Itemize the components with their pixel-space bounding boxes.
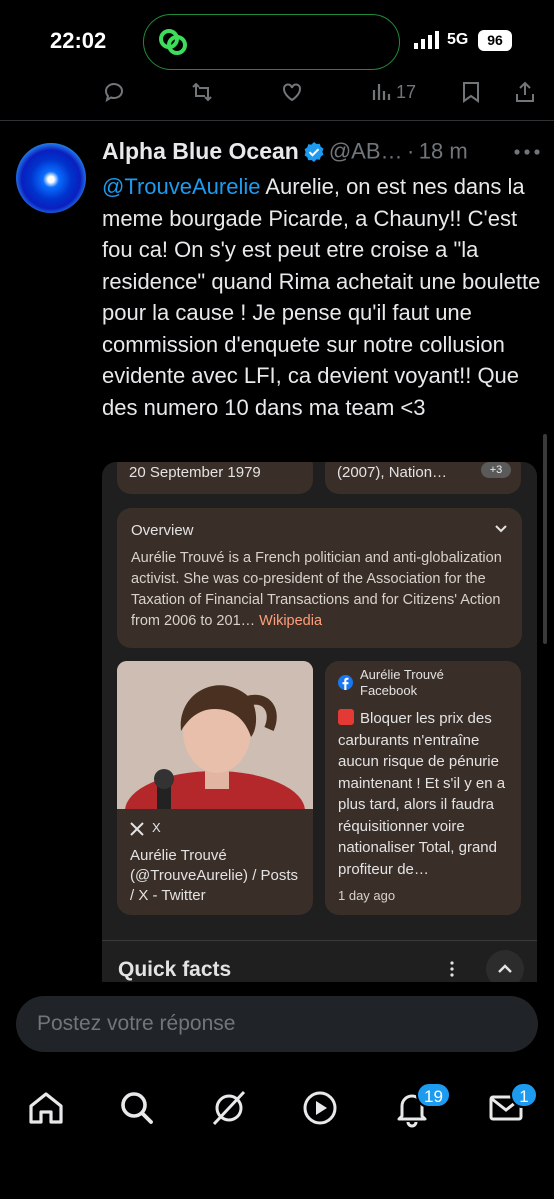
link-app-icon	[159, 29, 187, 55]
reply-placeholder: Postez votre réponse	[37, 1012, 236, 1035]
home-icon[interactable]	[26, 1088, 66, 1128]
views-icon[interactable]	[370, 80, 394, 104]
battery-indicator: 96	[478, 30, 512, 51]
person-photo	[117, 661, 313, 809]
verified-icon	[304, 141, 324, 162]
facebook-post[interactable]: Bloquer les prix des carburants n'entraî…	[338, 708, 513, 880]
facebook-source: Aurélie Trouvé Facebook	[360, 667, 444, 699]
scrollbar[interactable]	[543, 434, 547, 644]
network-type: 5G	[447, 31, 469, 48]
author-handle[interactable]: @AB…	[329, 139, 403, 164]
share-icon[interactable]	[513, 80, 537, 104]
facebook-time: 1 day ago	[338, 888, 396, 903]
collapse-button	[486, 950, 524, 982]
tweet-media-image[interactable]: 20 September 1979 (2007), Nation… +3 Ove…	[102, 462, 537, 982]
more-icon[interactable]	[512, 142, 542, 162]
notifications-badge: 19	[416, 1082, 451, 1108]
mention-link[interactable]: @TrouveAurelie	[102, 174, 260, 199]
video-icon[interactable]	[300, 1088, 340, 1128]
birth-card: 20 September 1979	[117, 462, 313, 494]
wikipedia-link[interactable]: Wikipedia	[259, 613, 322, 629]
facebook-post-text: Bloquer les prix des carburants n'entraî…	[338, 710, 506, 878]
chevron-up-icon	[498, 964, 512, 973]
signal-icon	[414, 31, 439, 49]
x-source: X	[130, 820, 161, 836]
views-count: 17	[396, 82, 417, 102]
overview-title: Overview	[131, 522, 194, 539]
reply-icon[interactable]	[102, 80, 126, 104]
x-source-label: X	[152, 820, 161, 835]
messages-badge: 1	[510, 1082, 538, 1108]
quick-facts-heading: Quick facts	[118, 958, 232, 981]
works-text: (2007), Nation…	[337, 464, 448, 481]
overview-body: Aurélie Trouvé is a French politician an…	[131, 548, 516, 632]
x-logo-icon	[130, 821, 144, 836]
status-time: 22:02	[50, 28, 107, 53]
tweet-time: 18 m	[418, 138, 468, 164]
overview-card: Overview Aurélie Trouvé is a French poli…	[117, 508, 522, 648]
retweet-icon[interactable]	[190, 80, 214, 104]
tweet-text: @TrouveAurelie Aurelie, on est nes dans …	[102, 171, 542, 423]
tweet-divider	[0, 120, 554, 121]
tweet-header: Alpha Blue Ocean @AB… · 18 m	[102, 138, 542, 168]
x-result-title[interactable]: Aurélie Trouvé (@TrouveAurelie) / Posts …	[130, 846, 300, 906]
bookmark-icon[interactable]	[459, 80, 483, 104]
siren-icon	[338, 709, 354, 725]
facebook-label: Facebook	[360, 683, 418, 698]
bottom-navigation: 19 1	[0, 1072, 554, 1199]
works-card: (2007), Nation… +3	[325, 462, 521, 494]
more-count-badge: +3	[481, 462, 511, 478]
search-icon[interactable]	[117, 1088, 157, 1128]
separator: ·	[406, 138, 415, 164]
previous-tweet-actions: 17	[0, 76, 554, 108]
status-bar: 22:02 5G 96	[0, 0, 554, 82]
facebook-icon	[338, 675, 353, 690]
author-name[interactable]: Alpha Blue Ocean	[102, 138, 299, 164]
facebook-author: Aurélie Trouvé	[360, 667, 444, 682]
avatar[interactable]	[16, 143, 86, 213]
dynamic-island[interactable]	[143, 14, 400, 70]
tweet-body: Aurelie, on est nes dans la meme bourgad…	[102, 174, 541, 420]
more-vertical-icon	[450, 961, 454, 977]
reply-input[interactable]: Postez votre réponse	[16, 996, 538, 1052]
chevron-down-icon	[495, 525, 507, 533]
like-icon[interactable]	[280, 80, 304, 104]
grok-icon[interactable]	[209, 1088, 249, 1128]
media-divider	[102, 940, 537, 941]
birth-date: 20 September 1979	[129, 464, 261, 481]
